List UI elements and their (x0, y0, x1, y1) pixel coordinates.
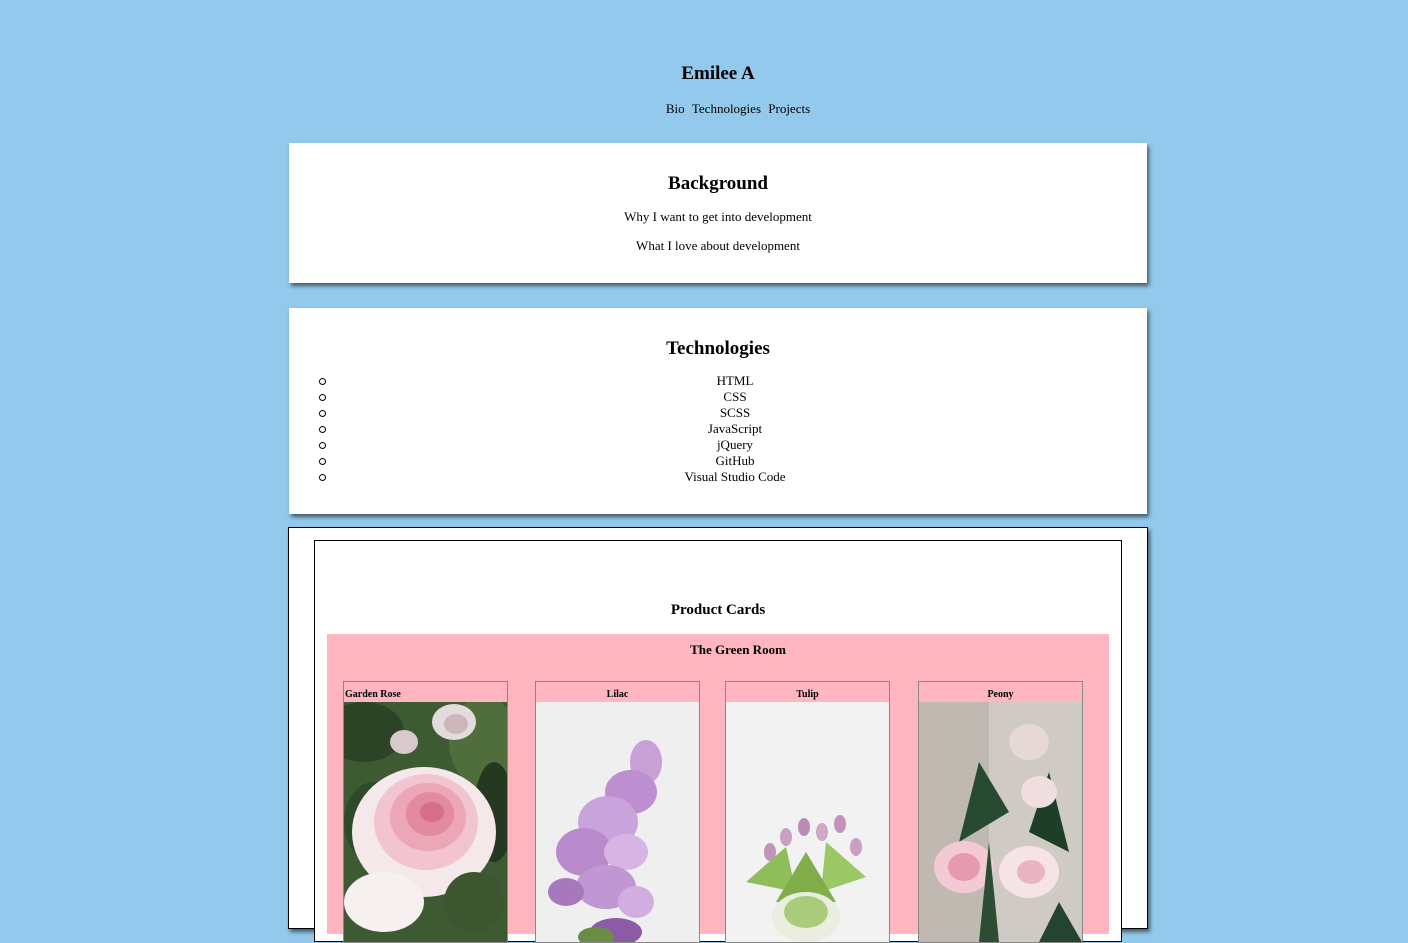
bio-line-why: Why I want to get into development (624, 209, 812, 224)
nav-link-projects[interactable]: Projects (768, 101, 810, 116)
tulip-photo (726, 702, 889, 942)
nav-link-bio[interactable]: Bio (666, 101, 685, 116)
circle-bullet-icon (319, 474, 326, 481)
projects-section: Product Cards The Green Room Garden Rose (288, 527, 1148, 943)
technologies-list: HTML CSS SCSS JavaScript jQuery GitHub V… (289, 373, 1147, 485)
technology-item: jQuery (289, 437, 1147, 453)
technology-item: HTML (289, 373, 1147, 389)
technology-item: CSS (289, 389, 1147, 405)
circle-bullet-icon (319, 378, 326, 385)
bio-line-love: What I love about development (636, 238, 800, 253)
circle-bullet-icon (319, 442, 326, 449)
technology-item: GitHub (289, 453, 1147, 469)
site-title: Emilee A (681, 63, 755, 84)
technologies-section: Technologies HTML CSS SCSS JavaScript jQ… (289, 308, 1147, 514)
bio-heading: Background (668, 173, 768, 194)
product-card-garden-rose[interactable]: Garden Rose (343, 681, 508, 943)
product-card-peony[interactable]: Peony (918, 681, 1083, 943)
product-name: Lilac (606, 689, 629, 700)
store-panel: The Green Room Garden Rose Lilac Tulip P… (327, 634, 1109, 943)
garden-rose-photo (344, 702, 507, 942)
circle-bullet-icon (319, 410, 326, 417)
peony-photo (919, 702, 1082, 942)
product-name: Tulip (796, 689, 819, 700)
product-card-tulip[interactable]: Tulip (725, 681, 890, 943)
product-card-lilac[interactable]: Lilac (535, 681, 700, 943)
circle-bullet-icon (319, 458, 326, 465)
technologies-heading: Technologies (666, 338, 770, 359)
bio-section: Background Why I want to get into develo… (289, 143, 1147, 283)
product-name: Peony (987, 689, 1014, 700)
technology-item: Visual Studio Code (289, 469, 1147, 485)
project-title: Product Cards (670, 602, 766, 618)
main-nav: Bio Technologies Projects (0, 100, 1408, 117)
store-title: The Green Room (690, 642, 786, 657)
technology-item: JavaScript (289, 421, 1147, 437)
circle-bullet-icon (319, 394, 326, 401)
lilac-photo (536, 702, 699, 942)
nav-link-technologies[interactable]: Technologies (692, 101, 761, 116)
circle-bullet-icon (319, 426, 326, 433)
technology-item: SCSS (289, 405, 1147, 421)
product-name: Garden Rose (345, 689, 401, 700)
